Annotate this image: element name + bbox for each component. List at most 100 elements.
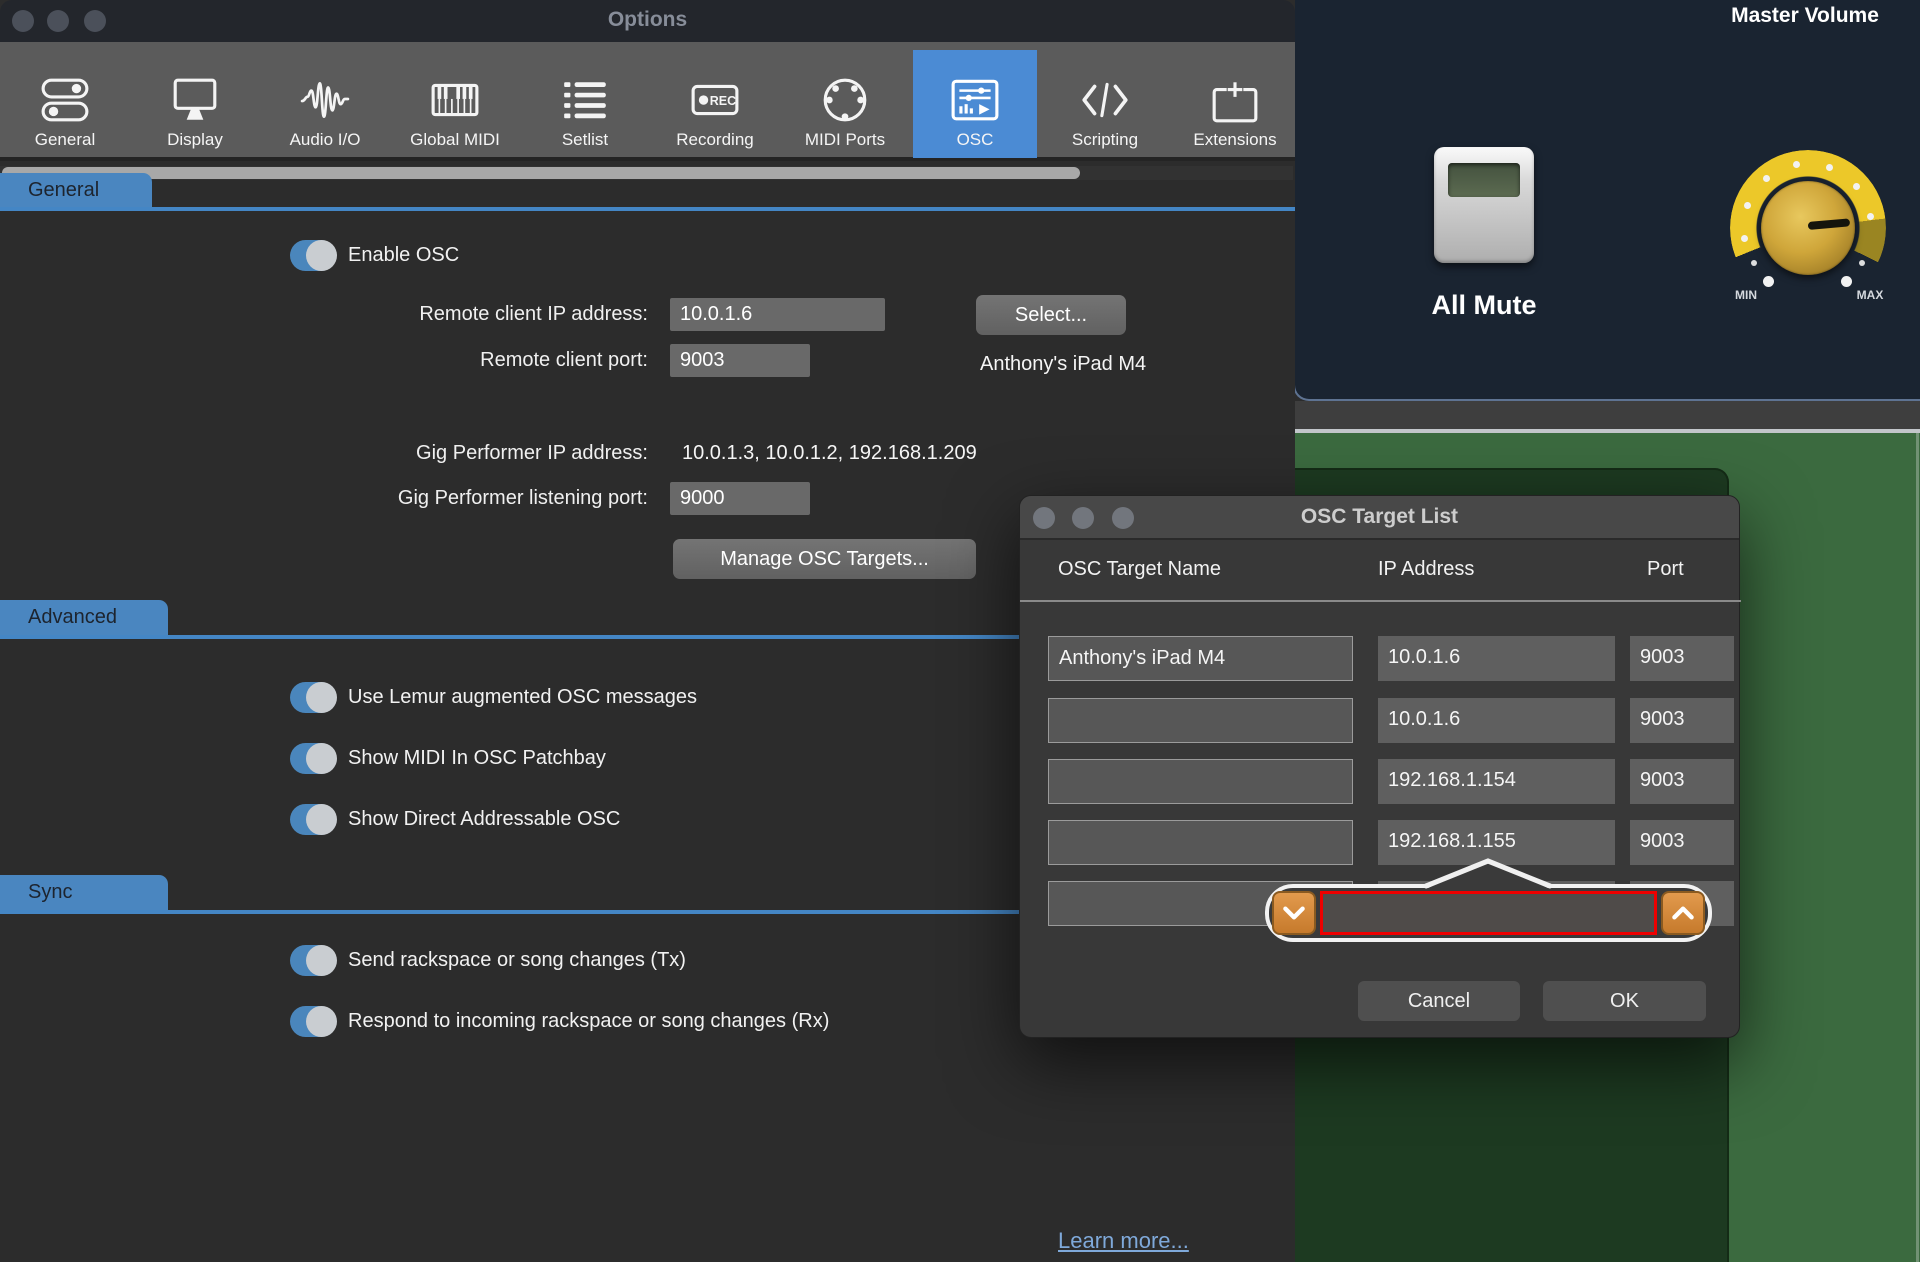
toolbar-item-setlist[interactable]: Setlist (523, 50, 647, 158)
toggle-knob (306, 240, 337, 271)
enable-osc-label: Enable OSC (348, 240, 459, 271)
knob-tick-dot (1826, 164, 1833, 171)
knob-tick-dot (1751, 260, 1757, 266)
send-changes-label: Send rackspace or song changes (Tx) (348, 945, 686, 976)
show-direct-osc-toggle[interactable] (290, 804, 336, 835)
midi-din-icon (820, 77, 870, 123)
section-header-sync: Sync (0, 875, 168, 910)
target-name-field[interactable]: Anthony's iPad M4 (1048, 636, 1353, 681)
keyboard-icon (430, 77, 480, 123)
toggle-knob (306, 804, 337, 835)
toolbar-item-recording[interactable]: REC Recording (653, 50, 777, 158)
target-name-field[interactable] (1048, 698, 1353, 743)
toolbar-item-label: Setlist (562, 130, 608, 150)
knob-tick-dot (1859, 260, 1865, 266)
knob-pointer (1808, 218, 1851, 230)
port-spinner-popover (1265, 884, 1712, 942)
respond-changes-label: Respond to incoming rackspace or song ch… (348, 1006, 829, 1037)
knob-tick-dot (1741, 235, 1748, 242)
target-ip-field[interactable]: 192.168.1.154 (1378, 759, 1615, 804)
spinner-decrement-button[interactable] (1272, 891, 1316, 935)
select-button[interactable]: Select... (976, 295, 1126, 335)
toggle-knob (306, 682, 337, 713)
screen: Master Volume All Mute (0, 0, 1920, 1262)
remote-port-label: Remote client port: (0, 344, 648, 377)
toolbar-item-label: MIDI Ports (805, 130, 885, 150)
gp-port-field[interactable]: 9000 (670, 482, 810, 515)
remote-ip-label: Remote client IP address: (0, 298, 648, 331)
send-changes-toggle[interactable] (290, 945, 336, 976)
toggle-knob (306, 743, 337, 774)
toolbar-item-midi-ports[interactable]: MIDI Ports (783, 50, 907, 158)
master-volume-panel: Master Volume All Mute (1293, 0, 1920, 401)
rackspace-edge-highlight (1916, 433, 1919, 1262)
header-separator (1020, 600, 1741, 602)
toolbar-item-label: General (35, 130, 95, 150)
gp-port-label: Gig Performer listening port: (0, 482, 648, 515)
all-mute-switch[interactable] (1434, 147, 1534, 263)
target-name-field[interactable] (1048, 759, 1353, 804)
cancel-button[interactable]: Cancel (1358, 981, 1520, 1021)
remote-port-field[interactable]: 9003 (670, 344, 810, 377)
toggle-knob (306, 1006, 337, 1037)
toggle-knob (306, 945, 337, 976)
knob-body[interactable] (1761, 181, 1855, 275)
toolbar-scrollbar-track[interactable] (0, 166, 1293, 180)
toolbar-item-label: Scripting (1072, 130, 1138, 150)
osc-target-list-dialog: OSC Target List OSC Target Name IP Addre… (1019, 495, 1740, 1038)
knob-max-label: MAX (1850, 288, 1890, 302)
target-ip-field[interactable]: 10.0.1.6 (1378, 636, 1615, 681)
dialog-titlebar: OSC Target List (1020, 496, 1739, 540)
toolbar-item-extensions[interactable]: Extensions (1173, 50, 1297, 158)
toolbar-item-label: Extensions (1193, 130, 1276, 150)
window-title: Options (0, 8, 1295, 32)
toolbar-item-global-midi[interactable]: Global MIDI (393, 50, 517, 158)
remote-ip-field[interactable]: 10.0.1.6 (670, 298, 885, 331)
popover-caret (1418, 857, 1558, 889)
manage-osc-targets-button[interactable]: Manage OSC Targets... (673, 539, 976, 579)
toolbar-item-label: Recording (676, 130, 754, 150)
knob-min-label: MIN (1726, 288, 1766, 302)
toolbar-item-audio-io[interactable]: Audio I/O (263, 50, 387, 158)
toolbar-item-label: OSC (957, 130, 994, 150)
show-direct-osc-label: Show Direct Addressable OSC (348, 804, 620, 835)
respond-changes-toggle[interactable] (290, 1006, 336, 1037)
toolbar-item-osc[interactable]: OSC (913, 50, 1037, 158)
all-mute-lcd (1448, 163, 1520, 197)
knob-end-dot (1841, 276, 1852, 287)
toolbar-item-scripting[interactable]: Scripting (1043, 50, 1167, 158)
code-icon (1080, 77, 1130, 123)
section-header-advanced: Advanced (0, 600, 168, 635)
toolbar-item-label: Audio I/O (290, 130, 361, 150)
all-mute-label: All Mute (1384, 290, 1584, 321)
enable-osc-toggle[interactable] (290, 240, 336, 271)
record-icon: REC (690, 77, 740, 123)
target-port-field[interactable]: 9003 (1630, 820, 1734, 865)
learn-more-link[interactable]: Learn more... (1058, 1228, 1189, 1254)
target-port-field[interactable]: 9003 (1630, 759, 1734, 804)
toolbar-item-general[interactable]: General (3, 50, 127, 158)
spinner-value-field[interactable] (1320, 891, 1657, 935)
toolbar-item-display[interactable]: Display (133, 50, 257, 158)
knob-tick-dot (1867, 213, 1874, 220)
toolbar-scrollbar-thumb[interactable] (2, 167, 1080, 179)
target-port-field[interactable]: 9003 (1630, 698, 1734, 743)
section-header-general: General (0, 173, 152, 208)
target-port-field[interactable]: 9003 (1630, 636, 1734, 681)
column-header-port: Port (1647, 558, 1684, 581)
remote-device-name: Anthony's iPad M4 (980, 348, 1280, 381)
show-midi-patchbay-toggle[interactable] (290, 743, 336, 774)
use-lemur-toggle[interactable] (290, 682, 336, 713)
waveform-icon (300, 77, 350, 123)
spinner-increment-button[interactable] (1661, 891, 1705, 935)
gp-ip-label: Gig Performer IP address: (0, 437, 648, 470)
show-midi-patchbay-label: Show MIDI In OSC Patchbay (348, 743, 606, 774)
list-icon (560, 77, 610, 123)
target-ip-field[interactable]: 10.0.1.6 (1378, 698, 1615, 743)
options-toolbar: General Display Audio I/O (0, 42, 1295, 161)
knob-tick-dot (1763, 175, 1770, 182)
target-name-field[interactable] (1048, 820, 1353, 865)
master-volume-knob[interactable]: MIN MAX (1728, 148, 1888, 318)
ok-button[interactable]: OK (1543, 981, 1706, 1021)
rec-icon-text: REC (710, 94, 736, 108)
